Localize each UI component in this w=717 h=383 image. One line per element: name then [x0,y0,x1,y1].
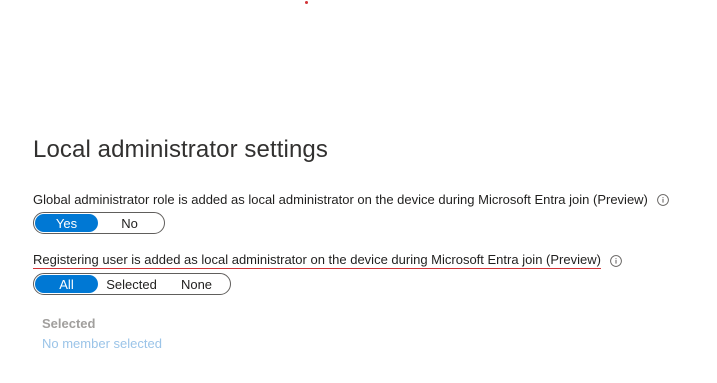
section-title: Local administrator settings [33,136,328,163]
registering-user-setting-text: Registering user is added as local admin… [33,252,601,269]
toggle-option-none[interactable]: None [165,275,228,293]
info-icon[interactable] [610,254,622,267]
no-member-selected-link: No member selected [42,336,162,351]
toggle-option-all[interactable]: All [35,275,98,293]
selected-members-heading: Selected [42,316,96,331]
global-admin-setting-text: Global administrator role is added as lo… [33,192,648,207]
toggle-option-yes[interactable]: Yes [35,214,98,232]
annotation-dot [305,1,308,4]
global-admin-setting-label: Global administrator role is added as lo… [33,192,669,207]
toggle-option-selected[interactable]: Selected [98,275,165,293]
info-icon[interactable] [657,193,669,206]
toggle-option-no[interactable]: No [98,214,161,232]
global-admin-toggle: Yes No [33,212,165,234]
registering-user-toggle: All Selected None [33,273,231,295]
registering-user-setting-label: Registering user is added as local admin… [33,252,622,269]
